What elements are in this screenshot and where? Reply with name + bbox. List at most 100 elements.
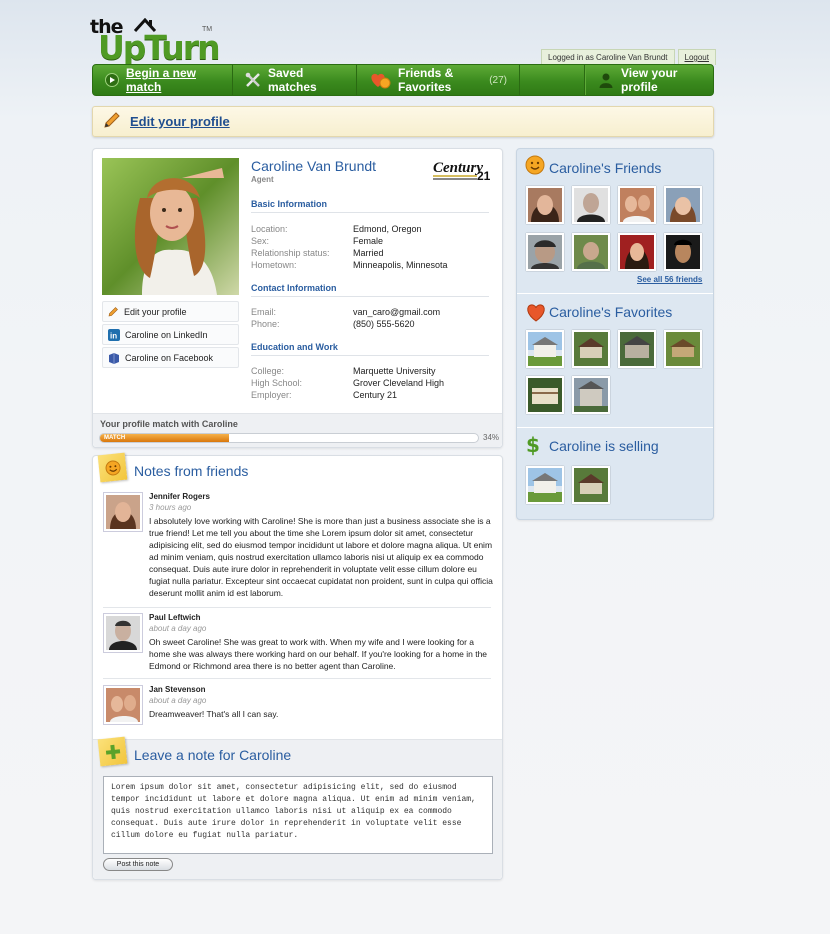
note-item: Paul Leftwich about a day ago Oh sweet C… bbox=[103, 613, 491, 673]
side-facebook-label: Caroline on Facebook bbox=[125, 352, 214, 363]
notes-title: Notes from friends bbox=[134, 463, 249, 479]
friend-thumb[interactable] bbox=[618, 186, 656, 224]
smiley-note-icon bbox=[97, 452, 128, 483]
side-facebook[interactable]: Caroline on Facebook bbox=[102, 347, 239, 368]
profile-photo bbox=[102, 158, 239, 295]
selling-title: Caroline is selling bbox=[549, 438, 659, 454]
favorite-house-thumb[interactable] bbox=[618, 330, 656, 368]
svg-text:$: $ bbox=[526, 434, 540, 456]
field-location: Location: Edmond, Oregon bbox=[251, 224, 489, 236]
notes-panel: Notes from friends Jennifer Rogers 3 hou… bbox=[92, 452, 503, 880]
field-hometown: Hometown: Minneapolis, Minnesota bbox=[251, 260, 489, 272]
see-all-friends-link[interactable]: See all 56 friends bbox=[637, 275, 702, 284]
field-highschool: High School: Grover Cleveland High bbox=[251, 378, 489, 390]
friends-title: Caroline's Friends bbox=[549, 160, 662, 176]
avatar[interactable] bbox=[103, 492, 143, 532]
account-bar: Logged in as Caroline Van Brundt Logout bbox=[541, 49, 716, 65]
svg-text:in: in bbox=[110, 331, 117, 340]
upturn-logo[interactable]: the UpTurn TM bbox=[90, 14, 221, 67]
nav-view-profile[interactable]: View your profile bbox=[585, 65, 713, 95]
field-value: Minneapolis, Minnesota bbox=[353, 260, 448, 270]
education-heading: Education and Work bbox=[251, 342, 489, 356]
divider bbox=[103, 678, 491, 679]
field-sex: Sex: Female bbox=[251, 236, 489, 248]
divider bbox=[103, 607, 491, 608]
note-time: about a day ago bbox=[149, 624, 207, 633]
selling-section: $ Caroline is selling bbox=[517, 427, 713, 519]
field-phone: Phone: (850) 555-5620 bbox=[251, 319, 489, 331]
field-label: Phone: bbox=[251, 319, 280, 329]
favorite-house-thumb[interactable] bbox=[572, 376, 610, 414]
dollar-icon: $ bbox=[525, 433, 541, 459]
profile-side-links: Edit your profile in Caroline on LinkedI… bbox=[102, 301, 239, 370]
note-time: about a day ago bbox=[149, 696, 207, 705]
side-edit-profile[interactable]: Edit your profile bbox=[102, 301, 239, 322]
nav-friends-favorites[interactable]: Friends & Favorites (27) bbox=[357, 65, 520, 95]
side-linkedin-label: Caroline on LinkedIn bbox=[125, 329, 208, 340]
right-sidebar: Caroline's Friends See all 56 friends Ca… bbox=[516, 148, 714, 520]
svg-text:21: 21 bbox=[477, 169, 491, 183]
nav-spacer bbox=[520, 65, 585, 95]
edit-profile-banner[interactable]: Edit your profile bbox=[92, 106, 714, 137]
pencil-small-icon bbox=[108, 306, 119, 317]
field-value: Female bbox=[353, 236, 384, 246]
match-progress-bar: MATCH bbox=[99, 433, 479, 443]
nav-begin-label: Begin a new match bbox=[126, 66, 197, 94]
side-edit-profile-label: Edit your profile bbox=[124, 306, 187, 317]
nav-saved-matches[interactable]: Saved matches bbox=[233, 65, 357, 95]
heart-smiley-icon bbox=[369, 71, 391, 89]
heart-icon bbox=[525, 302, 547, 325]
logo-tm: TM bbox=[202, 26, 213, 33]
friend-thumb[interactable] bbox=[664, 233, 702, 271]
leave-note-section: Leave a note for Caroline Lorem ipsum do… bbox=[93, 736, 502, 879]
avatar[interactable] bbox=[103, 685, 143, 725]
field-college: College: Marquette University bbox=[251, 366, 489, 378]
note-author[interactable]: Jennifer Rogers bbox=[149, 492, 210, 501]
favorite-house-thumb[interactable] bbox=[664, 330, 702, 368]
profile-role: Agent bbox=[251, 175, 274, 184]
favorites-title: Caroline's Favorites bbox=[549, 304, 673, 320]
field-label: High School: bbox=[251, 378, 303, 388]
note-textarea[interactable]: Lorem ipsum dolor sit amet, consectetur … bbox=[103, 776, 493, 854]
field-value: Marquette University bbox=[353, 366, 436, 376]
note-item: Jennifer Rogers 3 hours ago I absolutely… bbox=[103, 492, 493, 602]
friend-thumb[interactable] bbox=[526, 233, 564, 271]
basic-info-heading: Basic Information bbox=[251, 199, 489, 213]
edit-profile-link[interactable]: Edit your profile bbox=[130, 114, 230, 129]
friend-thumb[interactable] bbox=[572, 233, 610, 271]
friend-thumb[interactable] bbox=[664, 186, 702, 224]
side-linkedin[interactable]: in Caroline on LinkedIn bbox=[102, 324, 239, 345]
friend-thumb[interactable] bbox=[618, 233, 656, 271]
post-note-button[interactable]: Post this note bbox=[103, 858, 173, 871]
profile-name: Caroline Van Brundt bbox=[251, 158, 377, 174]
field-value: van_caro@gmail.com bbox=[353, 307, 441, 317]
favorite-house-thumb[interactable] bbox=[572, 330, 610, 368]
field-label: Relationship status: bbox=[251, 248, 330, 258]
favorite-house-thumb[interactable] bbox=[526, 376, 564, 414]
logout-link[interactable]: Logout bbox=[677, 49, 716, 65]
contact-info-heading: Contact Information bbox=[251, 283, 489, 297]
facebook-icon bbox=[108, 352, 120, 364]
field-value: Grover Cleveland High bbox=[353, 378, 445, 388]
favorite-house-thumb[interactable] bbox=[526, 330, 564, 368]
note-text: I absolutely love working with Caroline!… bbox=[149, 516, 493, 598]
nav-begin-match[interactable]: Begin a new match bbox=[93, 65, 233, 95]
field-employer: Employer: Century 21 bbox=[251, 390, 489, 402]
selling-house-thumb[interactable] bbox=[572, 466, 610, 504]
note-time: 3 hours ago bbox=[149, 503, 192, 512]
nav-friends-label: Friends & Favorites bbox=[398, 66, 454, 94]
favorites-section: Caroline's Favorites bbox=[517, 293, 713, 427]
note-author[interactable]: Paul Leftwich bbox=[149, 613, 201, 622]
avatar[interactable] bbox=[103, 613, 143, 653]
nav-friends-count: (27) bbox=[489, 74, 507, 86]
field-relationship: Relationship status: Married bbox=[251, 248, 489, 260]
selling-house-thumb[interactable] bbox=[526, 466, 564, 504]
friends-section: Caroline's Friends See all 56 friends bbox=[517, 149, 713, 293]
note-author[interactable]: Jan Stevenson bbox=[149, 685, 205, 694]
field-value: Married bbox=[353, 248, 384, 258]
note-item: Jan Stevenson about a day ago Dreamweave… bbox=[103, 685, 491, 727]
profile-panel: Edit your profile in Caroline on LinkedI… bbox=[92, 148, 503, 448]
friend-thumb[interactable] bbox=[572, 186, 610, 224]
tools-icon bbox=[245, 72, 261, 88]
friend-thumb[interactable] bbox=[526, 186, 564, 224]
